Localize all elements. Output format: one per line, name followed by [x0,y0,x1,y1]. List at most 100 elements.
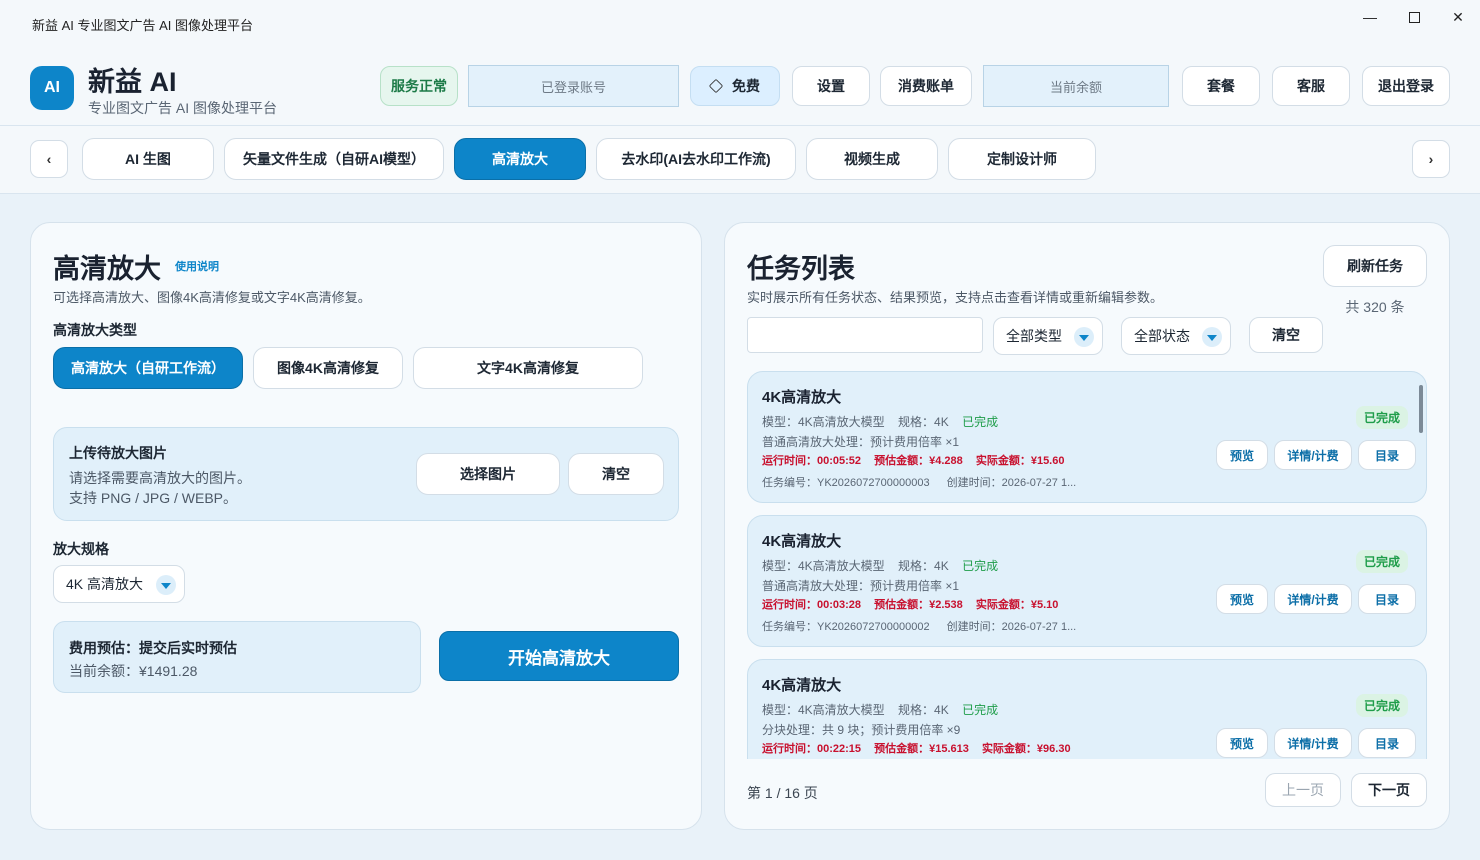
cost-estimate-title: 费用预估：提交后实时预估 [69,640,237,656]
close-window-button[interactable]: ✕ [1440,6,1476,28]
task-runtime: 运行时间：00:22:15 [762,743,862,755]
brand-subtitle: 专业图文广告 AI 图像处理平台 [88,100,278,116]
folder-button[interactable]: 目录 [1358,584,1416,614]
balance-field: 当前余额 [983,65,1169,107]
next-page-button[interactable]: 下一页 [1351,773,1427,807]
upload-box: 上传待放大图片 请选择需要高清放大的图片。 支持 PNG / JPG / WEB… [53,427,679,521]
type-filter-select[interactable]: 全部类型 [993,317,1103,355]
logout-button[interactable]: 退出登录 [1362,66,1450,106]
folder-button[interactable]: 目录 [1358,440,1416,470]
type-option-image-4k[interactable]: 图像4K高清修复 [253,347,403,389]
folder-button[interactable]: 目录 [1358,728,1416,758]
free-plan-button[interactable]: 免费 [690,66,780,106]
window-titlebar: 新益 AI 专业图文广告 AI 图像处理平台 — ✕ [0,0,1480,46]
type-option-workflow[interactable]: 高清放大（自研工作流） [53,347,243,389]
task-created: 创建时间：2026-07-27 1... [946,477,1077,489]
task-spec: 规格：4K [898,415,949,429]
task-card[interactable]: 4K高清放大 模型：4K高清放大模型 规格：4K 已完成 分块处理：共 9 块；… [747,659,1427,759]
refresh-tasks-button[interactable]: 刷新任务 [1323,245,1427,287]
tab-video[interactable]: 视频生成 [806,138,938,180]
task-list-scrollbar[interactable] [1419,385,1423,433]
task-status: 已完成 [962,559,999,573]
task-costs: 运行时间：00:05:52 预估金额：¥4.288 实际金额：¥15.60 [762,452,1074,468]
spec-label: 放大规格 [53,541,109,557]
task-meta: 模型：4K高清放大模型 规格：4K 已完成 [762,701,998,718]
task-actual: 实际金额：¥96.30 [981,743,1071,755]
tabs-next-button[interactable]: › [1412,140,1450,178]
tabs-prev-button[interactable]: ‹ [30,140,68,178]
status-filter-value: 全部状态 [1134,328,1190,344]
task-status: 已完成 [962,415,999,429]
task-card[interactable]: 4K高清放大 模型：4K高清放大模型 规格：4K 已完成 普通高清放大处理：预计… [747,371,1427,503]
plans-button[interactable]: 套餐 [1182,66,1260,106]
task-status: 已完成 [962,703,999,717]
task-costs: 运行时间：00:03:28 预估金额：¥2.538 实际金额：¥5.10 [762,596,1068,612]
clear-upload-button[interactable]: 清空 [568,453,664,495]
account-field: 已登录账号 [468,65,679,107]
task-created: 创建时间：2026-07-27 1... [946,621,1077,633]
task-list-description: 实时展示所有任务状态、结果预览，支持点击查看详情或重新编辑参数。 [747,290,1164,305]
start-upscale-button[interactable]: 开始高清放大 [439,631,679,681]
free-label: 免费 [732,78,760,94]
chevron-down-icon [156,575,176,595]
box-icon [708,78,724,94]
minimize-icon: — [1363,9,1377,25]
task-model: 模型：4K高清放大模型 [762,559,885,573]
task-spec: 规格：4K [898,559,949,573]
app-header: AI 新益 AI 专业图文广告 AI 图像处理平台 服务正常 已登录账号 免费 … [0,46,1480,126]
preview-button[interactable]: 预览 [1216,584,1268,614]
status-badge: 已完成 [1356,694,1409,717]
panel-title: 高清放大 [53,254,161,284]
minimize-button[interactable]: — [1352,6,1388,28]
cost-estimate-box: 费用预估：提交后实时预估 当前余额：¥1491.28 [53,621,421,693]
settings-button[interactable]: 设置 [792,66,870,106]
detail-button[interactable]: 详情/计费 [1274,440,1352,470]
detail-button[interactable]: 详情/计费 [1274,584,1352,614]
upload-formats: 支持 PNG / JPG / WEBP。 [69,490,238,506]
tab-ai-image[interactable]: AI 生图 [82,138,214,180]
task-estimate: 预估金额：¥4.288 [874,455,963,467]
task-title: 4K高清放大 [762,389,842,406]
upload-title: 上传待放大图片 [69,445,167,461]
page-info: 第 1 / 16 页 [747,785,818,801]
task-search-input[interactable] [747,317,983,353]
service-status-badge: 服务正常 [380,66,458,106]
type-option-text-4k[interactable]: 文字4K高清修复 [413,347,643,389]
task-model: 模型：4K高清放大模型 [762,703,885,717]
status-filter-select[interactable]: 全部状态 [1121,317,1231,355]
task-list-panel: 任务列表 实时展示所有任务状态、结果预览，支持点击查看详情或重新编辑参数。 刷新… [724,222,1450,830]
detail-button[interactable]: 详情/计费 [1274,728,1352,758]
tab-watermark[interactable]: 去水印(AI去水印工作流) [596,138,796,180]
window-title: 新益 AI 专业图文广告 AI 图像处理平台 [32,18,254,33]
task-process: 分块处理：共 9 块；预计费用倍率 ×9 [762,723,961,737]
tab-vector[interactable]: 矢量文件生成（自研AI模型） [224,138,444,180]
type-label: 高清放大类型 [53,322,137,338]
preview-button[interactable]: 预览 [1216,440,1268,470]
help-link[interactable]: 使用说明 [175,258,219,274]
task-title: 4K高清放大 [762,533,842,550]
task-count: 共 320 条 [1345,299,1405,315]
spec-select[interactable]: 4K 高清放大 [53,565,185,603]
maximize-icon [1408,11,1420,23]
upscale-panel: 高清放大 使用说明 可选择高清放大、图像4K高清修复或文字4K高清修复。 高清放… [30,222,702,830]
task-id: 任务编号：YK2026072700000003 [762,477,930,489]
clear-filters-button[interactable]: 清空 [1249,317,1323,353]
task-title: 4K高清放大 [762,677,842,694]
choose-image-button[interactable]: 选择图片 [416,453,560,495]
status-badge: 已完成 [1356,406,1409,429]
task-ids: 任务编号：YK2026072700000002 创建时间：2026-07-27 … [762,618,1090,634]
maximize-button[interactable] [1396,6,1432,28]
task-card[interactable]: 4K高清放大 模型：4K高清放大模型 规格：4K 已完成 普通高清放大处理：预计… [747,515,1427,647]
app-logo: AI [30,66,74,110]
panel-description: 可选择高清放大、图像4K高清修复或文字4K高清修复。 [53,290,371,305]
preview-button[interactable]: 预览 [1216,728,1268,758]
support-button[interactable]: 客服 [1272,66,1350,106]
billing-button[interactable]: 消费账单 [880,66,972,106]
task-estimate: 预估金额：¥2.538 [874,599,963,611]
close-icon: ✕ [1452,8,1464,25]
task-process: 普通高清放大处理：预计费用倍率 ×1 [762,579,960,593]
tab-designer[interactable]: 定制设计师 [948,138,1096,180]
task-process: 普通高清放大处理：预计费用倍率 ×1 [762,435,960,449]
tab-upscale[interactable]: 高清放大 [454,138,586,180]
prev-page-button[interactable]: 上一页 [1265,773,1341,807]
